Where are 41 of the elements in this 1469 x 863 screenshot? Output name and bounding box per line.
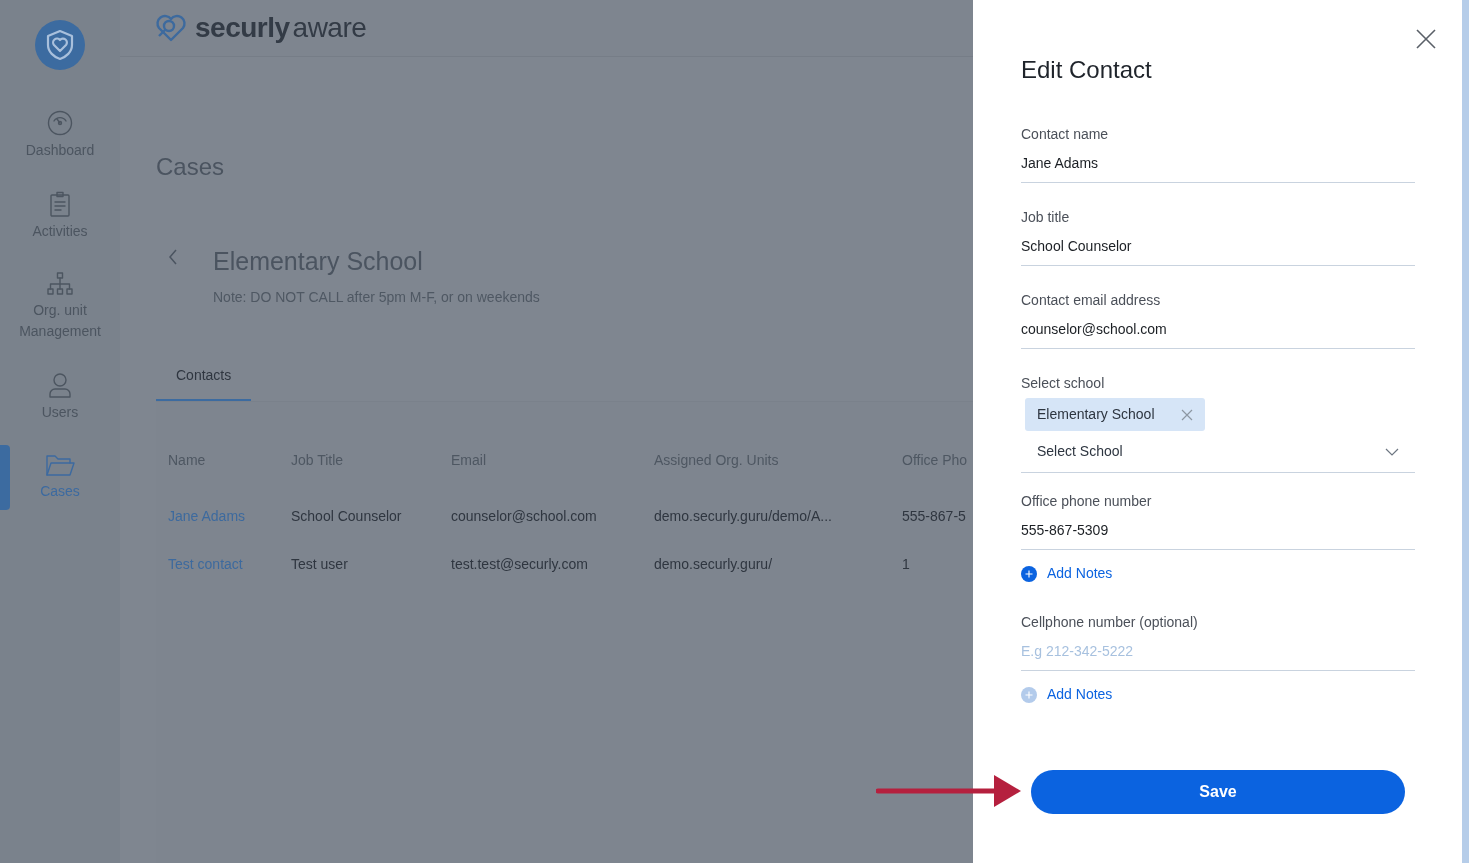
school-select[interactable]: Select School xyxy=(1021,431,1415,473)
org-chart-icon xyxy=(47,272,73,296)
brand-name: securlyaware xyxy=(195,11,367,45)
gauge-icon xyxy=(47,110,73,136)
logo-icon xyxy=(35,20,85,70)
chip-label: Elementary School xyxy=(1037,405,1155,424)
table-cell-text: demo.securly.guru/demo/A... xyxy=(654,506,833,526)
user-icon xyxy=(48,372,72,398)
table-cell-text: test.test@securly.com xyxy=(451,554,589,574)
contacts-tab[interactable]: Contacts xyxy=(156,351,252,401)
clipboard-icon xyxy=(49,191,71,217)
input-field[interactable]: counselor@school.com xyxy=(1021,315,1415,349)
active-indicator xyxy=(0,445,10,510)
brand-logo-icon xyxy=(155,14,187,42)
table-cell-text: demo.securly.guru/ xyxy=(654,554,773,574)
remove-icon[interactable] xyxy=(1180,408,1193,421)
input-field[interactable]: Jane Adams xyxy=(1021,149,1415,183)
add-notes-link[interactable]: Add Notes xyxy=(1021,563,1113,584)
input-field[interactable]: 555-867-5309 xyxy=(1021,516,1415,550)
folder-icon xyxy=(45,453,75,477)
field-label: Job title xyxy=(1021,208,1071,227)
back-icon[interactable] xyxy=(168,249,178,265)
chevron-down-icon xyxy=(1385,447,1399,456)
drawer-title: Edit Contact xyxy=(1021,55,1153,85)
table-cell-text: School Counselor xyxy=(291,506,403,526)
field-label: Contact name xyxy=(1021,125,1110,144)
close-icon[interactable] xyxy=(1416,26,1436,46)
field-label: Select school xyxy=(1021,374,1106,393)
field-label: Office phone number xyxy=(1021,492,1153,511)
scrollbar[interactable] xyxy=(1462,0,1469,863)
field-label: Contact email address xyxy=(1021,291,1162,310)
table-cell-text: Test user xyxy=(291,554,349,574)
table-cell-text: 1 xyxy=(902,554,911,574)
input-field[interactable]: E.g 212-342-5222 xyxy=(1021,637,1415,671)
table-cell-text: counselor@school.com xyxy=(451,506,598,526)
table-cell-text: 555-867-5 xyxy=(902,506,967,526)
input-field[interactable]: School Counselor xyxy=(1021,232,1415,266)
select-placeholder: Select School xyxy=(1037,442,1123,461)
field-label: Cellphone number (optional) xyxy=(1021,613,1199,632)
save-button[interactable]: Save xyxy=(1031,770,1405,814)
arrow-icon xyxy=(876,773,1022,809)
